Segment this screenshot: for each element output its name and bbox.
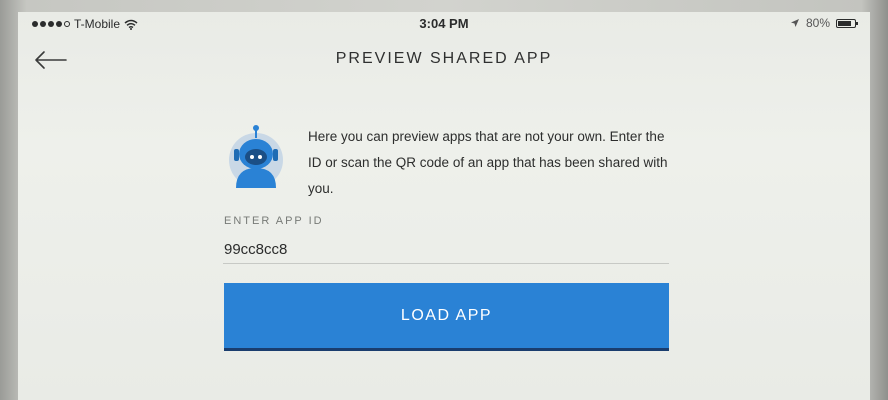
battery-percent: 80% (805, 16, 830, 30)
page-title: PREVIEW SHARED APP (335, 50, 553, 67)
location-arrow-icon (790, 19, 799, 27)
nav-bar: PREVIEW SHARED APP (18, 34, 870, 84)
intro-section: Here you can preview apps that are not y… (226, 124, 676, 204)
intro-description: Here you can preview apps that are not y… (308, 129, 668, 196)
load-app-button[interactable]: LOAD APP (224, 283, 669, 351)
battery-icon (836, 18, 858, 28)
status-right: 80% (790, 16, 858, 30)
status-time: 3:04 PM (419, 16, 469, 31)
device-frame: T-Mobile 3:04 PM 80% PREVIEW SHARED APP … (0, 0, 888, 400)
app-id-label: ENTER APP ID (224, 215, 324, 227)
app-id-input[interactable] (223, 236, 669, 264)
app-screen: T-Mobile 3:04 PM 80% PREVIEW SHARED APP … (18, 12, 870, 400)
robot-icon (229, 125, 283, 188)
status-bar: T-Mobile 3:04 PM 80% (18, 12, 870, 34)
